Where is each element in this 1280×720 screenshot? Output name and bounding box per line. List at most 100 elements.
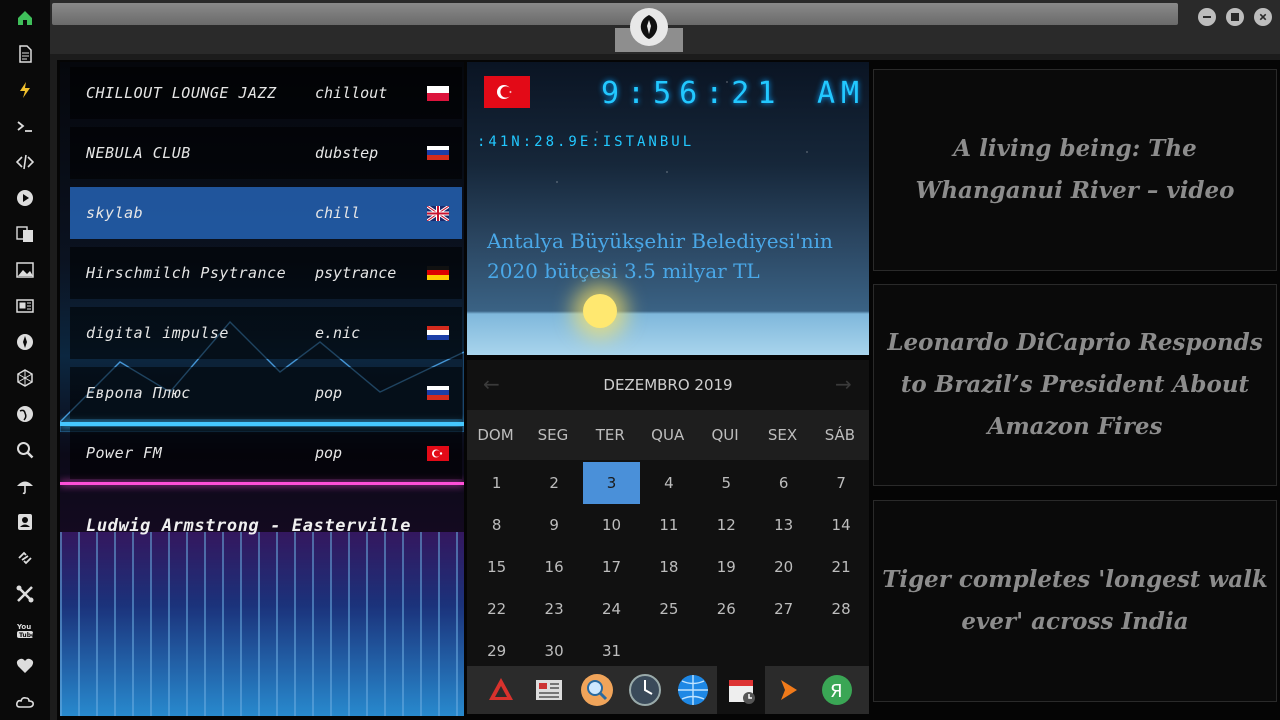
news-card[interactable]: Leonardo DiCaprio Responds to Brazil’s P… <box>873 284 1277 486</box>
station-name: NEBULA CLUB <box>86 144 191 162</box>
browser-icon[interactable] <box>675 672 711 708</box>
news-icon[interactable] <box>0 290 50 322</box>
cloud-icon[interactable] <box>0 686 50 718</box>
neon-line <box>60 482 464 485</box>
calendar-day[interactable]: 25 <box>640 588 697 630</box>
search-app-icon[interactable] <box>579 672 615 708</box>
rebel-logo-icon[interactable] <box>630 8 668 46</box>
document-icon[interactable] <box>0 38 50 70</box>
station-row[interactable]: Европа Плюс pop <box>70 367 462 419</box>
calendar-day[interactable]: 15 <box>468 546 525 588</box>
news-app-icon[interactable] <box>531 672 567 708</box>
calendar-day[interactable]: 17 <box>583 546 640 588</box>
turkey-flag-icon <box>484 76 530 108</box>
calendar-day[interactable]: 4 <box>640 462 697 504</box>
maximize-button[interactable] <box>1226 8 1244 26</box>
code-icon[interactable] <box>0 146 50 178</box>
contacts-icon[interactable] <box>0 506 50 538</box>
calendar-day[interactable]: 1 <box>468 462 525 504</box>
station-genre: pop <box>315 444 343 462</box>
calendar-day[interactable]: 2 <box>526 462 583 504</box>
local-headline[interactable]: Antalya Büyükşehir Belediyesi'nin 2020 b… <box>487 226 847 286</box>
calendar-today[interactable]: 3 <box>583 462 640 504</box>
hexagon-icon[interactable] <box>0 362 50 394</box>
left-dock: You Tube <box>0 0 50 720</box>
flag-pl-icon <box>427 85 449 101</box>
forward-icon[interactable] <box>771 672 807 708</box>
calendar-day[interactable]: 18 <box>640 546 697 588</box>
clock-location: :41N:28.9E:ISTANBUL <box>477 134 695 150</box>
calendar-day[interactable]: 22 <box>468 588 525 630</box>
calendar-day[interactable]: 16 <box>526 546 583 588</box>
neon-line <box>60 422 464 426</box>
close-button[interactable] <box>1254 8 1272 26</box>
news-title: Tiger completes 'longest walk ever' acro… <box>882 566 1268 635</box>
clock-widget: 9:56:21 AM :41N:28.9E:ISTANBUL Antalya B… <box>467 62 869 355</box>
station-genre: pop <box>315 384 343 402</box>
station-row[interactable]: CHILLOUT LOUNGE JAZZ chillout <box>70 67 462 119</box>
calendar-day[interactable]: 5 <box>698 462 755 504</box>
station-row[interactable]: digital impulse e.nic <box>70 307 462 359</box>
clock-app-icon[interactable] <box>627 672 663 708</box>
svg-text:Tube: Tube <box>19 632 34 639</box>
anydesk-icon[interactable] <box>483 672 519 708</box>
image-icon[interactable] <box>0 254 50 286</box>
calendar-month: DEZEMBRO 2019 <box>603 376 733 394</box>
station-row[interactable]: Hirschmilch Psytrance psytrance <box>70 247 462 299</box>
next-month-icon[interactable]: → <box>835 372 852 396</box>
calendar-day[interactable]: 24 <box>583 588 640 630</box>
calendar-day[interactable]: 28 <box>813 588 870 630</box>
calendar-day[interactable]: 13 <box>755 504 812 546</box>
search-icon[interactable] <box>0 434 50 466</box>
calendar-day[interactable]: 7 <box>813 462 870 504</box>
svg-text:Я: Я <box>830 681 843 702</box>
title-bar <box>50 0 1280 54</box>
rebel-icon[interactable] <box>0 326 50 358</box>
now-playing-title: Ludwig Armstrong - Easterville <box>86 516 412 536</box>
calendar-day[interactable]: 19 <box>698 546 755 588</box>
youtube-icon[interactable]: You Tube <box>0 614 50 646</box>
globe-icon[interactable] <box>0 398 50 430</box>
calendar-day[interactable]: 11 <box>640 504 697 546</box>
clock-ampm: AM <box>817 76 866 111</box>
calendar-day[interactable]: 21 <box>813 546 870 588</box>
play-icon[interactable] <box>0 182 50 214</box>
calendar-day[interactable]: 20 <box>755 546 812 588</box>
day-name: SEX <box>767 426 798 444</box>
translate-icon[interactable] <box>0 218 50 250</box>
calendar-day[interactable]: 10 <box>583 504 640 546</box>
station-row[interactable]: NEBULA CLUB dubstep <box>70 127 462 179</box>
station-name: digital impulse <box>86 324 229 342</box>
calendar-day[interactable]: 8 <box>468 504 525 546</box>
calendar-day[interactable]: 6 <box>755 462 812 504</box>
flash-icon[interactable] <box>0 74 50 106</box>
calendar-header: ← DEZEMBRO 2019 → <box>467 360 869 410</box>
umbrella-icon[interactable] <box>0 470 50 502</box>
station-row[interactable]: Power FM pop <box>70 427 462 479</box>
day-name: TER <box>595 426 625 444</box>
station-name: Европа Плюс <box>86 384 191 402</box>
calendar-app-icon[interactable] <box>717 666 765 714</box>
flag-ru-icon <box>427 385 449 401</box>
terminal-icon[interactable] <box>0 110 50 142</box>
calendar-day[interactable]: 14 <box>813 504 870 546</box>
tools-icon[interactable] <box>0 578 50 610</box>
home-icon[interactable] <box>0 2 50 34</box>
station-row[interactable]: skylab chill <box>70 187 462 239</box>
flag-hr-icon <box>427 325 449 341</box>
address-bar[interactable] <box>52 3 1178 25</box>
calendar-day[interactable]: 12 <box>698 504 755 546</box>
heart-icon[interactable] <box>0 650 50 682</box>
clock-time: 9:56:21 <box>601 76 784 111</box>
news-card[interactable]: A living being: The Whanganui River – vi… <box>873 69 1277 271</box>
calendar-day[interactable]: 9 <box>526 504 583 546</box>
news-card[interactable]: Tiger completes 'longest walk ever' acro… <box>873 500 1277 702</box>
flag-gb-icon <box>427 205 449 221</box>
calendar-day[interactable]: 27 <box>755 588 812 630</box>
yandex-icon[interactable]: Я <box>819 672 855 708</box>
link-icon[interactable] <box>0 542 50 574</box>
calendar-day[interactable]: 26 <box>698 588 755 630</box>
minimize-button[interactable] <box>1198 8 1216 26</box>
calendar-day[interactable]: 23 <box>526 588 583 630</box>
day-name: DOM <box>477 426 514 444</box>
